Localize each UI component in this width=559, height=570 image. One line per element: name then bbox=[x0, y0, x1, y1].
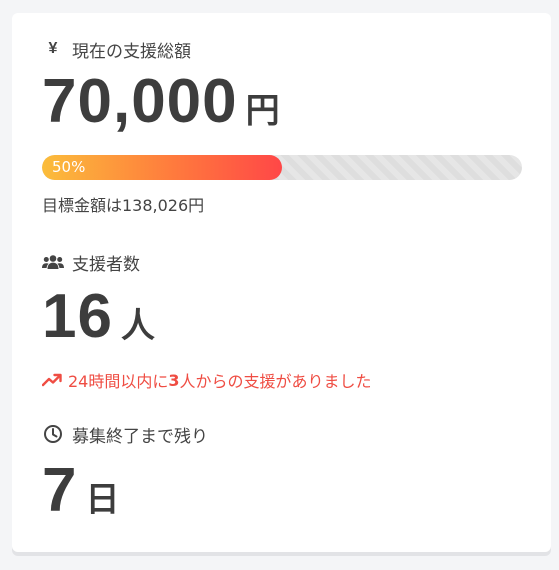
trend-suffix: 人からの支援がありました bbox=[179, 372, 372, 391]
funding-label: 現在の支援総額 bbox=[72, 41, 191, 62]
users-icon bbox=[42, 251, 64, 273]
deadline-label-row: 募集終了まで残り bbox=[42, 422, 521, 447]
funding-progress-bar: 50% bbox=[42, 155, 522, 180]
clock-icon bbox=[42, 423, 64, 445]
trend-count: 3 bbox=[168, 370, 180, 390]
supporters-section: 支援者数 16 人 24時間以内に 3 人からの支援がありました bbox=[42, 250, 521, 392]
deadline-section: 募集終了まで残り 7 日 bbox=[42, 422, 521, 522]
deadline-days-value: 7 bbox=[42, 456, 78, 525]
funding-goal: 目標金額は138,026円 bbox=[42, 196, 205, 215]
supporters-trend: 24時間以内に 3 人からの支援がありました bbox=[42, 368, 521, 392]
supporters-label-row: 支援者数 bbox=[42, 250, 521, 275]
supporters-count-value: 16 bbox=[42, 282, 113, 351]
supporters-count: 16 人 bbox=[42, 286, 521, 348]
deadline-label: 募集終了まで残り bbox=[72, 426, 208, 447]
deadline-days-unit: 日 bbox=[85, 480, 120, 520]
funding-progress-label: 50% bbox=[52, 158, 86, 176]
trend-prefix: 24時間以内に bbox=[68, 372, 169, 391]
trending-up-icon bbox=[42, 373, 62, 387]
supporters-count-unit: 人 bbox=[120, 306, 155, 346]
funding-label-row: ¥ 現在の支援総額 bbox=[42, 37, 521, 62]
supporters-label: 支援者数 bbox=[72, 254, 140, 275]
funding-amount-value: 70,000 bbox=[42, 67, 238, 136]
funding-amount-unit: 円 bbox=[245, 91, 280, 131]
yen-icon: ¥ bbox=[48, 40, 58, 57]
deadline-days: 7 日 bbox=[42, 460, 521, 522]
funding-section: ¥ 現在の支援総額 70,000 円 50% 目標金額は138,026円 bbox=[42, 37, 522, 216]
funding-status-card: ¥ 現在の支援総額 70,000 円 50% 目標金額は138,026円 支援者… bbox=[12, 13, 551, 552]
funding-amount: 70,000 円 bbox=[42, 71, 521, 133]
